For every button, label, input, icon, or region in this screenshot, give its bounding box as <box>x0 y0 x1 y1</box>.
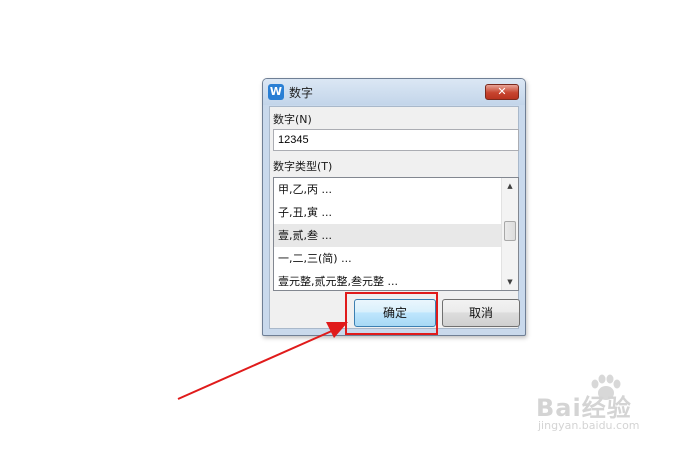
baidu-watermark: Bai经验 jingyan.baidu.com <box>536 374 676 438</box>
watermark-url: jingyan.baidu.com <box>538 419 640 432</box>
watermark-text: Bai经验 <box>536 394 632 422</box>
